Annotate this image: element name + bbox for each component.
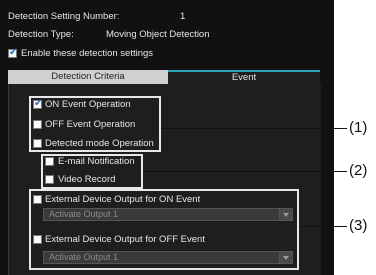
callout-label-3: (3) bbox=[349, 217, 368, 234]
enable-detection-label: Enable these detection settings bbox=[21, 48, 154, 59]
callout-box-3 bbox=[29, 189, 299, 270]
callout-leader-2 bbox=[143, 171, 347, 172]
enable-detection-checkbox[interactable] bbox=[8, 47, 17, 58]
setting-number-value: 1 bbox=[180, 11, 186, 22]
detection-type-label: Detection Type: bbox=[8, 29, 74, 40]
detection-type-value: Moving Object Detection bbox=[106, 29, 210, 40]
callout-box-2 bbox=[41, 154, 143, 189]
callout-leader-1 bbox=[161, 128, 347, 129]
tab-detection-criteria[interactable]: Detection Criteria bbox=[8, 70, 168, 84]
callout-label-1: (1) bbox=[349, 119, 368, 136]
tab-bar: Detection Criteria Event bbox=[8, 70, 320, 84]
callout-label-2: (2) bbox=[349, 162, 368, 179]
tab-event[interactable]: Event bbox=[168, 70, 320, 84]
callout-box-1 bbox=[29, 96, 161, 152]
callout-leader-3 bbox=[299, 226, 347, 227]
setting-number-label: Detection Setting Number: bbox=[8, 11, 120, 22]
